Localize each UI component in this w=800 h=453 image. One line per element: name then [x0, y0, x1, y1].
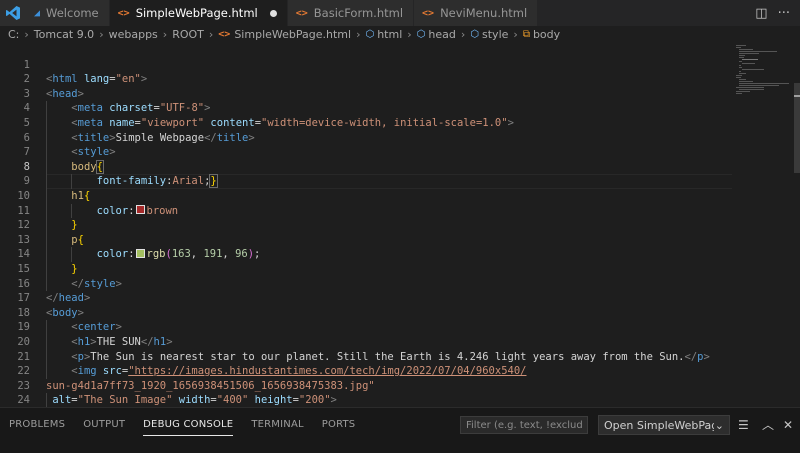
breadcrumb-webapps[interactable]: webapps	[109, 28, 158, 41]
code-line[interactable]: 15 </style>	[0, 247, 790, 292]
debug-session-select[interactable]: Open SimpleWebPage.h ⌄	[598, 415, 730, 435]
code-line[interactable]: 21 <img src="https://images.hindustantim…	[0, 335, 790, 379]
html-file-icon: <>	[117, 7, 130, 19]
tab-welcome[interactable]: ◢ Welcome	[26, 0, 110, 26]
chevron-right-icon: ›	[356, 28, 361, 41]
code-line[interactable]: 9 h1{	[0, 160, 790, 204]
code-line-current[interactable]: 8 font-family:Arial;}	[0, 145, 790, 189]
symbol-class-icon: ⧉	[522, 29, 530, 40]
debug-filter-input[interactable]	[460, 416, 588, 434]
code-line[interactable]: 14 }	[0, 233, 790, 277]
code-line[interactable]: 25 </html>	[0, 393, 790, 407]
code-line[interactable]: 3 <meta charset="UTF-8">	[0, 72, 790, 116]
code-line[interactable]: 24 </center></body>	[0, 379, 790, 406]
html-file-icon: <>	[422, 7, 435, 19]
tab-nevimenu[interactable]: <> NeviMenu.html	[414, 0, 539, 26]
editor-tab-bar: ◢ Welcome <> SimpleWebPage.html <> Basic…	[0, 0, 800, 26]
breadcrumb-body[interactable]: body	[533, 28, 560, 41]
unsaved-dot-icon[interactable]	[269, 9, 277, 17]
breadcrumb-style[interactable]: style	[482, 28, 508, 41]
tab-label: BasicForm.html	[313, 6, 404, 20]
code-line[interactable]: 16 </head>	[0, 262, 790, 305]
html-file-icon: <>	[218, 29, 231, 40]
code-line[interactable]: 19 <h1>THE SUN</h1>	[0, 306, 790, 350]
tab-actions: ◫ ···	[745, 0, 800, 26]
breadcrumb-drive[interactable]: C:	[8, 28, 19, 41]
minimap[interactable]	[734, 43, 790, 103]
code-line[interactable]: 7 body{	[0, 131, 790, 175]
breadcrumb-root[interactable]: ROOT	[172, 28, 204, 41]
chevron-right-icon: ›	[162, 28, 168, 41]
code-line[interactable]: 10 color: brown	[0, 174, 790, 219]
vscode-welcome-icon: ◢	[34, 7, 41, 19]
close-panel-icon[interactable]: ✕	[783, 417, 793, 433]
code-line[interactable]: 1 <html lang="en">	[0, 43, 790, 86]
code-line[interactable]: 2 <head>	[0, 58, 790, 100]
tab-label: SimpleWebPage.html	[135, 6, 258, 20]
chevron-right-icon: ›	[24, 28, 29, 41]
code-editor[interactable]: 1 <html lang="en"> 2 <head> 3 <meta char…	[0, 43, 790, 407]
code-line[interactable]: 11 }	[0, 189, 790, 233]
tabbar-empty-space	[538, 0, 746, 26]
tab-problems[interactable]: PROBLEMS	[0, 408, 74, 442]
html-file-icon: <>	[295, 7, 308, 19]
code-line[interactable]: 20 <p>The Sun is nearest star to our pla…	[0, 320, 790, 365]
clear-console-icon[interactable]: ☰	[738, 417, 749, 433]
breadcrumb-head[interactable]: head	[428, 28, 455, 41]
split-editor-icon[interactable]: ◫	[755, 6, 767, 21]
select-value: Open SimpleWebPage.h	[604, 418, 714, 432]
cursor-position-marker	[794, 95, 800, 97]
code-line[interactable]: 4 <meta name="viewport" content="width=d…	[0, 87, 790, 131]
code-line[interactable]: 13 color: rgb(163, 191, 96);	[0, 218, 790, 262]
vertical-scrollbar[interactable]	[794, 43, 800, 407]
code-line[interactable]: 18 <center>	[0, 291, 790, 335]
breadcrumb-file[interactable]: SimpleWebPage.html	[234, 28, 351, 41]
chevron-right-icon: ›	[513, 28, 518, 41]
chevron-up-icon[interactable]: ︿	[762, 417, 774, 433]
tab-simplewebpage[interactable]: <> SimpleWebPage.html	[109, 0, 288, 26]
tab-terminal[interactable]: TERMINAL	[242, 408, 312, 442]
code-line[interactable]: 17 <body>	[0, 277, 790, 319]
chevron-right-icon: ›	[99, 28, 104, 41]
bottom-panel: PROBLEMS OUTPUT DEBUG CONSOLE TERMINAL P…	[0, 407, 800, 453]
panel-tabs: PROBLEMS OUTPUT DEBUG CONSOLE TERMINAL P…	[0, 408, 364, 442]
chevron-down-icon: ⌄	[714, 418, 724, 432]
code-line[interactable]: 5 <title>Simple Webpage</title>	[0, 101, 790, 146]
code-line[interactable]: 22 sun-g4d1a7ff73_1920_1656938451506_165…	[0, 350, 790, 392]
code-line[interactable]: 6 <style>	[0, 116, 790, 160]
breadcrumb: C: › Tomcat 9.0 › webapps › ROOT › <> Si…	[0, 26, 800, 43]
tab-label: Welcome	[46, 6, 99, 20]
breadcrumb-tomcat[interactable]: Tomcat 9.0	[34, 28, 94, 41]
chevron-right-icon: ›	[460, 28, 466, 41]
vscode-logo-icon	[0, 0, 26, 26]
tab-ports[interactable]: PORTS	[313, 408, 365, 442]
breadcrumb-html[interactable]: html	[377, 28, 402, 41]
tab-label: NeviMenu.html	[440, 6, 528, 20]
more-actions-icon[interactable]: ···	[778, 6, 790, 21]
chevron-right-icon: ›	[407, 28, 412, 41]
symbol-element-icon: ⬡	[365, 29, 375, 40]
symbol-element-icon: ⬡	[416, 29, 426, 40]
code-line[interactable]: 23 alt="The Sun Image" width="400" heigh…	[0, 364, 790, 407]
code-line[interactable]: 12 p{	[0, 204, 790, 248]
tab-basicform[interactable]: <> BasicForm.html	[287, 0, 415, 26]
tab-debug-console[interactable]: DEBUG CONSOLE	[134, 408, 242, 442]
tab-output[interactable]: OUTPUT	[74, 408, 134, 442]
chevron-right-icon: ›	[208, 28, 214, 41]
symbol-element-icon: ⬡	[470, 29, 480, 40]
